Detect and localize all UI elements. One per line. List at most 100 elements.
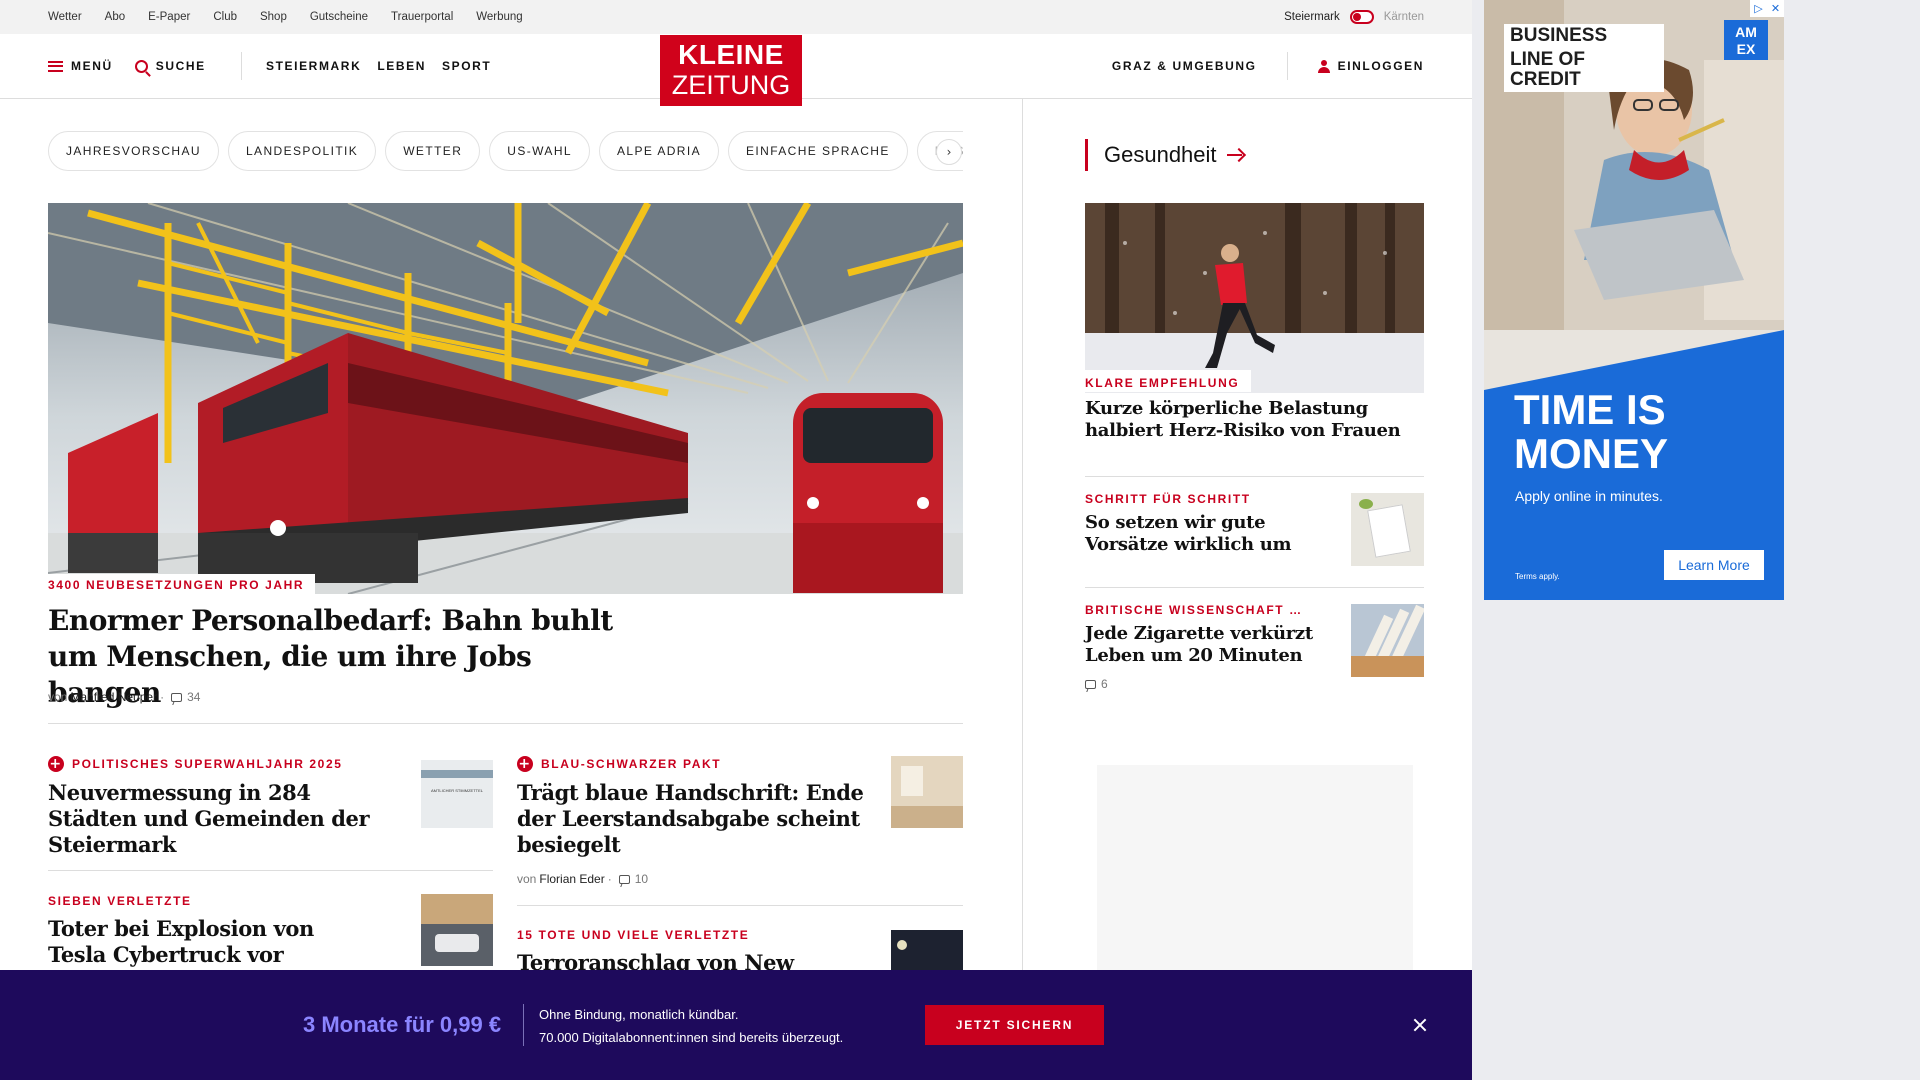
region-active-label[interactable]: Steiermark: [1284, 11, 1340, 23]
ad-subline: Apply online in minutes.: [1515, 488, 1663, 504]
sidebar-item-title[interactable]: So setzen wir gute Vorsätze wirklich um: [1085, 512, 1325, 556]
nav-leben[interactable]: LEBEN: [377, 59, 426, 73]
kicker-text: 15 TOTE UND VIELE VERLETZTE: [517, 928, 750, 942]
sidebar-item[interactable]: SCHRITT FÜR SCHRITT So setzen wir gute V…: [1085, 492, 1325, 556]
byline-dot: ·: [607, 872, 612, 886]
main-header: MENÜ SUCHE STEIERMARK LEBEN SPORT KLEINE…: [0, 34, 1472, 106]
byline-dot: ·: [160, 690, 165, 704]
thumbnail-shape: [1367, 504, 1411, 558]
article-divider: [517, 905, 963, 906]
byline-author[interactable]: Florian Eder: [539, 872, 604, 886]
article-kicker: + BLAU-SCHWARZER PAKT: [517, 756, 877, 772]
hero-kicker[interactable]: 3400 NEUBESETZUNGEN PRO JAHR: [48, 574, 316, 594]
comment-count[interactable]: 6: [1101, 677, 1108, 691]
advertisement[interactable]: BUSINESS LINE OF CREDIT AM EX ▷ ✕ TIME I…: [1484, 0, 1784, 600]
subscription-line-1: Ohne Bindung, monatlich kündbar.: [539, 1007, 739, 1022]
user-icon: [1317, 59, 1330, 73]
logo-line-1: KLEINE: [678, 39, 784, 70]
kleine-zeitung-logo[interactable]: KLEINE ZEITUNG: [660, 35, 802, 106]
article-thumbnail-room[interactable]: [891, 756, 963, 828]
ad-choices[interactable]: ▷ ✕: [1750, 0, 1784, 17]
section-nav: STEIERMARK LEBEN SPORT: [266, 34, 491, 98]
region-switch: Steiermark Kärnten: [1284, 0, 1424, 34]
article-kicker: 15 TOTE UND VIELE VERLETZTE: [517, 928, 877, 942]
thumbnail-shape: [421, 894, 493, 924]
section-title: Gesundheit: [1104, 142, 1217, 167]
menu-button[interactable]: MENÜ: [48, 59, 113, 73]
utility-link-abo[interactable]: Abo: [105, 11, 125, 23]
subscription-offer: 3 Monate für 0,99 €: [303, 1012, 502, 1037]
sidebar-lead-card[interactable]: KLARE EMPFEHLUNG Kurze körperliche Belas…: [1085, 370, 1424, 442]
sidebar-item-meta: 6: [1085, 677, 1325, 691]
region-toggle[interactable]: [1349, 10, 1374, 24]
login-button[interactable]: EINLOGGEN: [1317, 59, 1424, 73]
article-thumbnail-stimmzettel[interactable]: AMTLICHER STIMMZETTEL: [421, 760, 493, 828]
hero-byline: von Manfred Neuper · 34: [48, 690, 200, 704]
sidebar-divider: [1085, 587, 1424, 588]
hero-image[interactable]: [48, 203, 963, 594]
lead-image-runner[interactable]: [1085, 203, 1424, 393]
comment-icon: [618, 874, 630, 884]
sidebar-lead-title[interactable]: Kurze körperliche Belastung halbiert Her…: [1085, 398, 1424, 442]
ad-slogan-line-1: TIME IS: [1514, 386, 1666, 433]
ad-headline-line-1: BUSINESS: [1504, 24, 1664, 48]
sidebar-thumb-notebook[interactable]: [1351, 493, 1424, 566]
sidebar-item[interactable]: BRITISCHE WISSENSCHAFT … Jede Zigarette …: [1085, 603, 1325, 691]
article-title[interactable]: Trägt blaue Handschrift: Ende der Leerst…: [517, 780, 877, 858]
chip-wetter[interactable]: WETTER: [385, 131, 481, 171]
chip-einfache-sprache[interactable]: EINFACHE SPRACHE: [728, 131, 908, 171]
utility-link-trauerportal[interactable]: Trauerportal: [391, 11, 453, 23]
chevron-right-icon[interactable]: ›: [936, 139, 962, 165]
section-head-gesundheit[interactable]: Gesundheit: [1085, 139, 1245, 171]
article-divider: [48, 870, 493, 871]
comment-icon: [171, 692, 183, 702]
thumbnail-shape: [891, 806, 963, 828]
utility-link-epaper[interactable]: E-Paper: [148, 11, 190, 23]
header-divider: [241, 52, 242, 80]
byline-author[interactable]: Manfred Neuper: [70, 690, 157, 704]
utility-link-gutscheine[interactable]: Gutscheine: [310, 11, 368, 23]
utility-link-shop[interactable]: Shop: [260, 11, 287, 23]
nav-steiermark[interactable]: STEIERMARK: [266, 59, 361, 73]
close-icon[interactable]: [1408, 1013, 1432, 1037]
runner-illustration: [1085, 203, 1424, 393]
search-icon: [134, 59, 148, 73]
nav-sport[interactable]: SPORT: [442, 59, 491, 73]
chip-landespolitik[interactable]: LANDESPOLITIK: [227, 131, 377, 171]
premium-plus-icon: +: [517, 756, 533, 772]
chip-jahresvorschau[interactable]: JAHRESVORSCHAU: [48, 131, 219, 171]
utility-links: Wetter Abo E-Paper Club Shop Gutscheine …: [48, 0, 523, 34]
comment-count[interactable]: 10: [635, 872, 648, 886]
byline-prefix: von: [48, 690, 68, 704]
article-card[interactable]: + BLAU-SCHWARZER PAKT Trägt blaue Handsc…: [517, 756, 877, 886]
chip-us-wahl[interactable]: US-WAHL: [489, 131, 590, 171]
adchoices-icon[interactable]: ▷: [1750, 0, 1767, 17]
utility-link-club[interactable]: Club: [213, 11, 237, 23]
article-card[interactable]: + POLITISCHES SUPERWAHLJAHR 2025 Neuverm…: [48, 756, 388, 858]
subscribe-button[interactable]: JETZT SICHERN: [925, 1005, 1104, 1045]
sidebar-thumb-cigarettes[interactable]: [1351, 604, 1424, 677]
comment-icon: [1085, 679, 1096, 689]
thumbnail-shape: [1359, 499, 1373, 509]
article-card[interactable]: SIEBEN VERLETZTE Toter bei Explosion von…: [48, 894, 338, 968]
ad-learn-more-button[interactable]: Learn More: [1664, 550, 1764, 580]
sidebar-item-title[interactable]: Jede Zigarette verkürzt Leben um 20 Minu…: [1085, 623, 1325, 667]
hamburger-icon: [48, 60, 63, 72]
utility-link-wetter[interactable]: Wetter: [48, 11, 82, 23]
comment-count[interactable]: 34: [187, 690, 200, 704]
article-thumbnail-cybertruck[interactable]: [421, 894, 493, 966]
kicker-text: SIEBEN VERLETZTE: [48, 894, 192, 908]
search-label: SUCHE: [155, 59, 206, 73]
ad-close-icon[interactable]: ✕: [1767, 0, 1784, 17]
article-title[interactable]: Neuvermessung in 284 Städten und Gemeind…: [48, 780, 388, 858]
utility-link-werbung[interactable]: Werbung: [476, 11, 522, 23]
ad-headline: BUSINESS LINE OF CREDIT: [1504, 24, 1664, 92]
thumbnail-shape: [897, 940, 907, 950]
ad-terms: Terms apply.: [1515, 572, 1560, 581]
nav-graz-umgebung[interactable]: GRAZ & UMGEBUNG: [1112, 59, 1257, 73]
chip-alpe-adria[interactable]: ALPE ADRIA: [598, 131, 719, 171]
article-title[interactable]: Toter bei Explosion von Tesla Cybertruck…: [48, 916, 338, 968]
search-button[interactable]: SUCHE: [134, 59, 206, 73]
kicker-text: KLARE EMPFEHLUNG: [1085, 376, 1240, 390]
region-inactive-label[interactable]: Kärnten: [1384, 11, 1424, 23]
